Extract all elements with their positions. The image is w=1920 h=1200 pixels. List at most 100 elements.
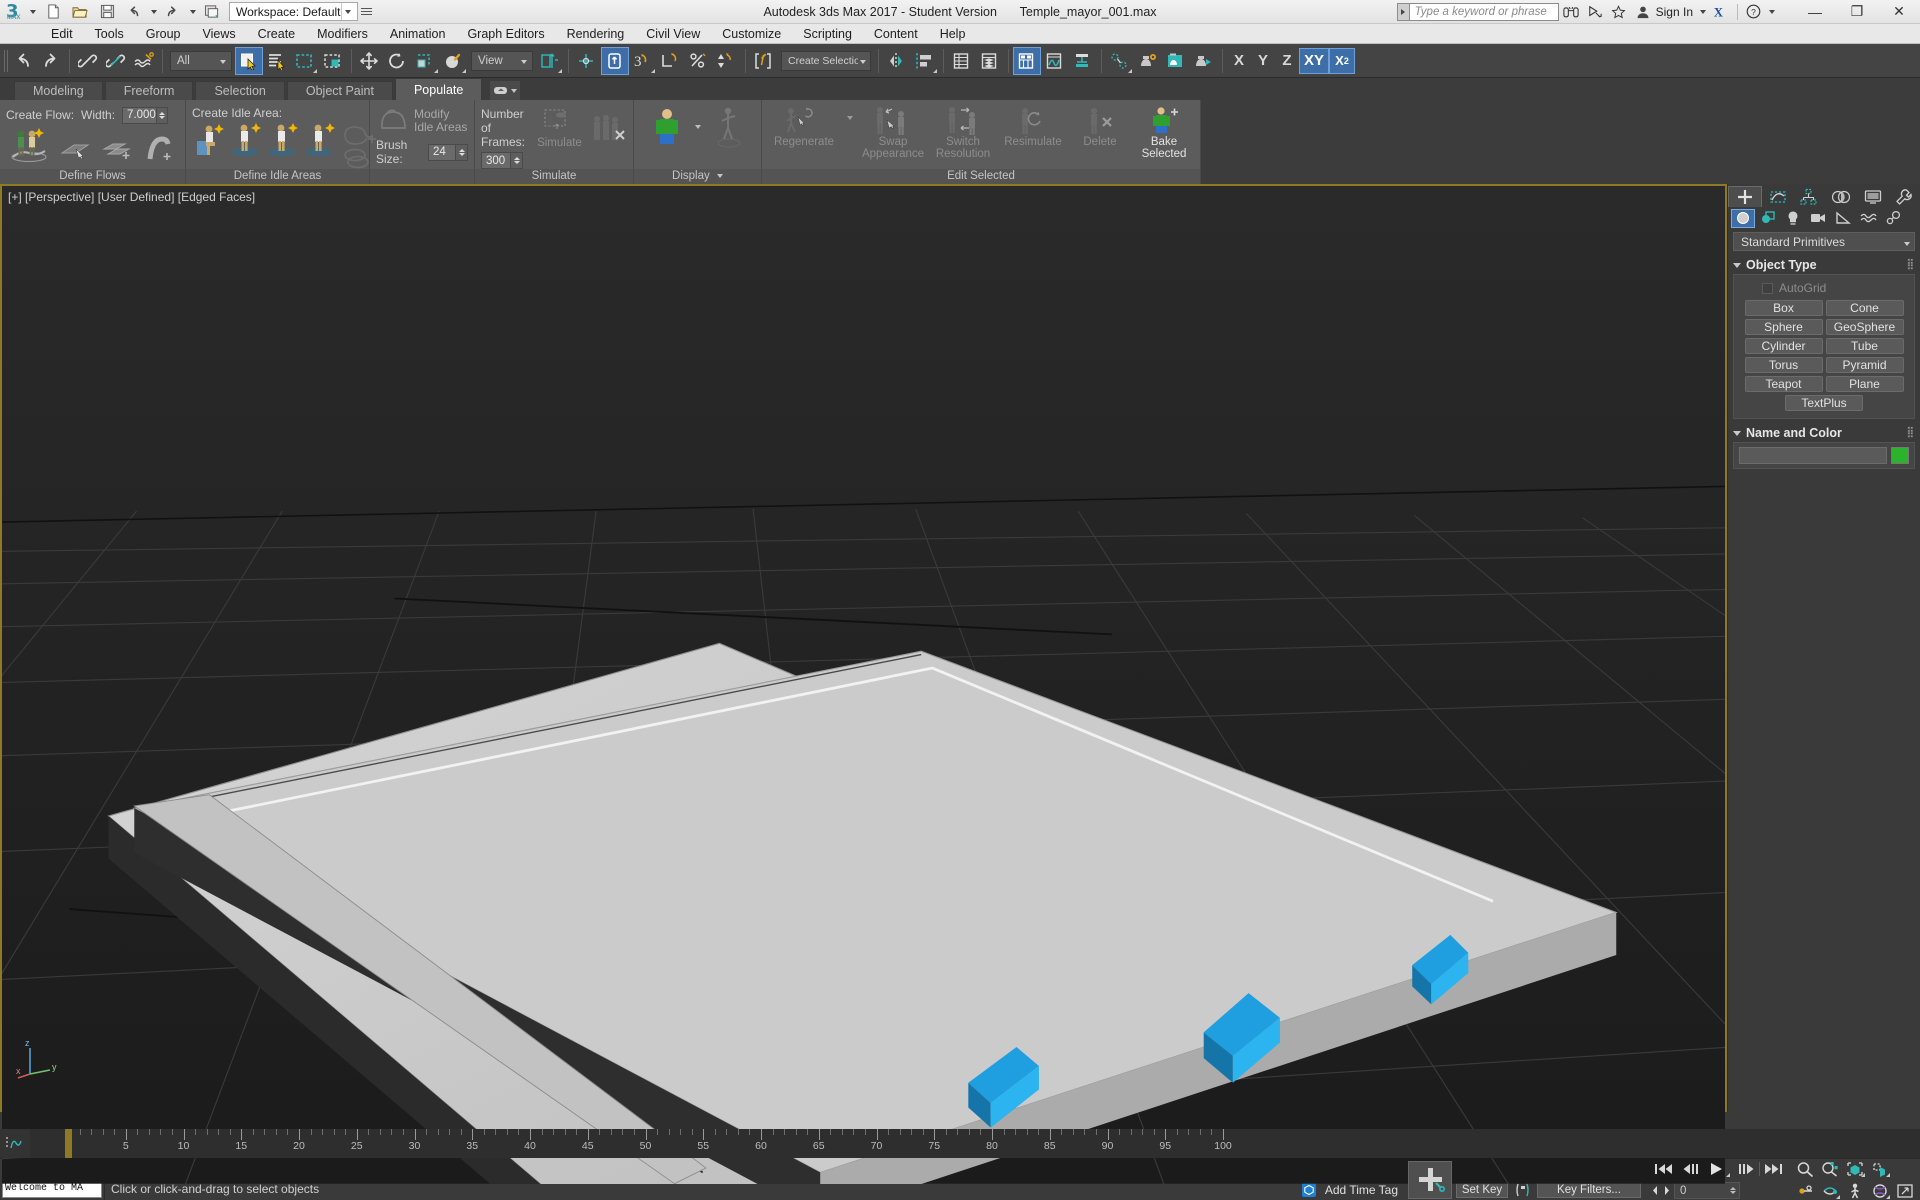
menu-item-animation[interactable]: Animation xyxy=(379,24,457,44)
object-type-button-geosphere[interactable]: GeoSphere xyxy=(1825,319,1904,335)
regenerate-dropdown-icon[interactable] xyxy=(844,104,856,132)
satellite-icon[interactable] xyxy=(1583,1,1607,23)
hierarchy-tab-icon[interactable] xyxy=(1793,186,1825,207)
utilities-tab-icon[interactable] xyxy=(1888,186,1920,207)
bind-to-space-warp-icon[interactable] xyxy=(130,47,158,75)
motion-tab-icon[interactable] xyxy=(1825,186,1857,207)
close-button[interactable]: ✕ xyxy=(1878,0,1920,24)
ribbon-display-mode-icon[interactable] xyxy=(490,81,521,100)
redo-dropdown-icon[interactable] xyxy=(187,1,198,22)
menu-item-civil-view[interactable]: Civil View xyxy=(635,24,711,44)
idle-seated-icon[interactable] xyxy=(192,124,228,155)
regenerate-button[interactable]: Regenerate xyxy=(768,104,840,148)
angle-snap-icon[interactable] xyxy=(657,47,685,75)
brush-size-spinner[interactable]: 24 xyxy=(428,143,468,161)
number-of-frames-spinner[interactable]: 300 xyxy=(481,152,523,169)
redo-icon[interactable] xyxy=(37,47,65,75)
systems-icon[interactable] xyxy=(1881,209,1905,228)
viewport-perspective[interactable]: [+] [Perspective] [User Defined] [Edged … xyxy=(0,184,1727,1184)
open-mini-curve-editor-icon[interactable] xyxy=(0,1129,30,1158)
named-selection-set-dropdown[interactable]: Create Selection Se xyxy=(781,50,871,71)
material-editor-icon[interactable] xyxy=(1106,47,1134,75)
snaps-toggle-icon[interactable] xyxy=(601,46,629,75)
scene-explorer-icon[interactable] xyxy=(976,47,1004,75)
menu-item-create[interactable]: Create xyxy=(247,24,307,44)
number-of-frames-spinner-arrows[interactable] xyxy=(510,153,522,168)
display-tab-icon[interactable] xyxy=(1857,186,1889,207)
window-crossing-toggle-icon[interactable] xyxy=(319,47,347,75)
display-mesh-icon[interactable] xyxy=(647,105,687,149)
ribbon-tab-object-paint[interactable]: Object Paint xyxy=(286,81,393,100)
rendered-frame-window-icon[interactable] xyxy=(1162,47,1190,75)
object-type-button-pyramid[interactable]: Pyramid xyxy=(1825,357,1904,373)
app-logo-icon[interactable]: 3 MAX xyxy=(0,0,38,24)
angle-snap-toggle-icon[interactable]: 3 xyxy=(629,47,657,75)
new-file-icon[interactable] xyxy=(40,1,66,22)
reference-coordinate-dropdown[interactable]: View xyxy=(471,50,533,71)
orbit-icon[interactable] xyxy=(1818,1181,1841,1200)
timeline-playhead[interactable] xyxy=(65,1129,72,1158)
exchange-app-icon[interactable]: X xyxy=(1710,1,1734,23)
bake-selected-button[interactable]: Bake Selected xyxy=(1134,104,1194,160)
walkthrough-icon[interactable] xyxy=(1843,1181,1866,1200)
create-tab-icon[interactable] xyxy=(1728,186,1762,207)
menu-item-modifiers[interactable]: Modifiers xyxy=(306,24,379,44)
delete-button[interactable]: Delete xyxy=(1070,104,1130,148)
zoom-region-icon[interactable] xyxy=(1868,1159,1891,1178)
rollout-header-name-and-color[interactable]: Name and Color ⣿ xyxy=(1733,424,1915,442)
create-flow-icon[interactable] xyxy=(6,128,52,162)
menu-item-content[interactable]: Content xyxy=(863,24,929,44)
set-key-mode-big-icon[interactable] xyxy=(1408,1160,1452,1199)
axis-constraint-x[interactable]: X xyxy=(1227,48,1251,74)
render-setup-icon[interactable] xyxy=(1134,47,1162,75)
flow-stairs-icon[interactable] xyxy=(100,128,136,159)
object-type-button-cone[interactable]: Cone xyxy=(1825,300,1904,316)
object-type-button-torus[interactable]: Torus xyxy=(1744,357,1823,373)
track-bar[interactable]: 0510152025303540455055606570758085909510… xyxy=(0,1129,1920,1158)
ribbon-tab-modeling[interactable]: Modeling xyxy=(14,81,103,100)
menu-item-scripting[interactable]: Scripting xyxy=(792,24,863,44)
flow-width-spinner[interactable]: 7.000 xyxy=(122,106,169,124)
object-name-input[interactable] xyxy=(1739,447,1887,464)
display-stick-icon[interactable] xyxy=(709,105,749,149)
menu-item-group[interactable]: Group xyxy=(135,24,192,44)
ribbon-tab-selection[interactable]: Selection xyxy=(195,81,285,100)
mirror-icon[interactable] xyxy=(883,47,911,75)
previous-frame-icon[interactable] xyxy=(1679,1159,1702,1178)
select-object-icon[interactable] xyxy=(235,46,263,75)
sign-in-button[interactable]: Sign In xyxy=(1655,5,1696,19)
undo-dropdown-icon[interactable] xyxy=(148,1,159,22)
undo-icon[interactable] xyxy=(9,47,37,75)
maximize-button[interactable]: ❐ xyxy=(1836,0,1878,24)
selection-filter-dropdown[interactable]: All xyxy=(170,50,232,71)
axis-constraint-xy[interactable]: XY xyxy=(1299,47,1329,74)
pan-icon[interactable] xyxy=(1793,1181,1816,1200)
switch-resolution-button[interactable]: Switch Resolution xyxy=(930,104,996,160)
idle-group-icon[interactable] xyxy=(303,123,339,156)
modify-idle-areas-icon[interactable] xyxy=(376,106,410,132)
primitive-category-dropdown-icon[interactable] xyxy=(1904,235,1910,249)
flow-ramp-icon[interactable] xyxy=(58,128,94,159)
rollout-grip-icon-2[interactable]: ⣿ xyxy=(1907,428,1915,438)
user-icon[interactable] xyxy=(1631,1,1655,23)
idle-conversation-icon[interactable] xyxy=(229,123,265,156)
select-and-scale-icon[interactable] xyxy=(412,47,440,75)
help-dropdown-icon[interactable] xyxy=(1765,1,1778,23)
key-step-mode-icon[interactable] xyxy=(1651,1181,1671,1200)
delete-simulation-icon[interactable] xyxy=(589,105,627,145)
menu-item-help[interactable]: Help xyxy=(929,24,977,44)
axis-constraint-y[interactable]: Y xyxy=(1251,48,1275,74)
percent-snap-toggle-icon[interactable] xyxy=(685,47,713,75)
open-file-icon[interactable] xyxy=(67,1,93,22)
next-frame-icon[interactable] xyxy=(1734,1159,1757,1178)
workspace-dropdown-icon[interactable] xyxy=(340,3,355,20)
object-type-button-sphere[interactable]: Sphere xyxy=(1744,319,1823,335)
minimize-button[interactable]: — xyxy=(1794,0,1836,24)
toggle-ribbon-icon[interactable] xyxy=(1013,46,1041,75)
render-production-icon[interactable] xyxy=(1190,47,1218,75)
rollout-expand-icon[interactable] xyxy=(1733,262,1741,268)
axis-constraint-xy-dropdown[interactable]: X2 xyxy=(1329,47,1355,74)
modify-tab-icon[interactable] xyxy=(1762,186,1794,207)
field-of-view-icon[interactable] xyxy=(1868,1181,1891,1200)
object-type-button-box[interactable]: Box xyxy=(1744,300,1823,316)
